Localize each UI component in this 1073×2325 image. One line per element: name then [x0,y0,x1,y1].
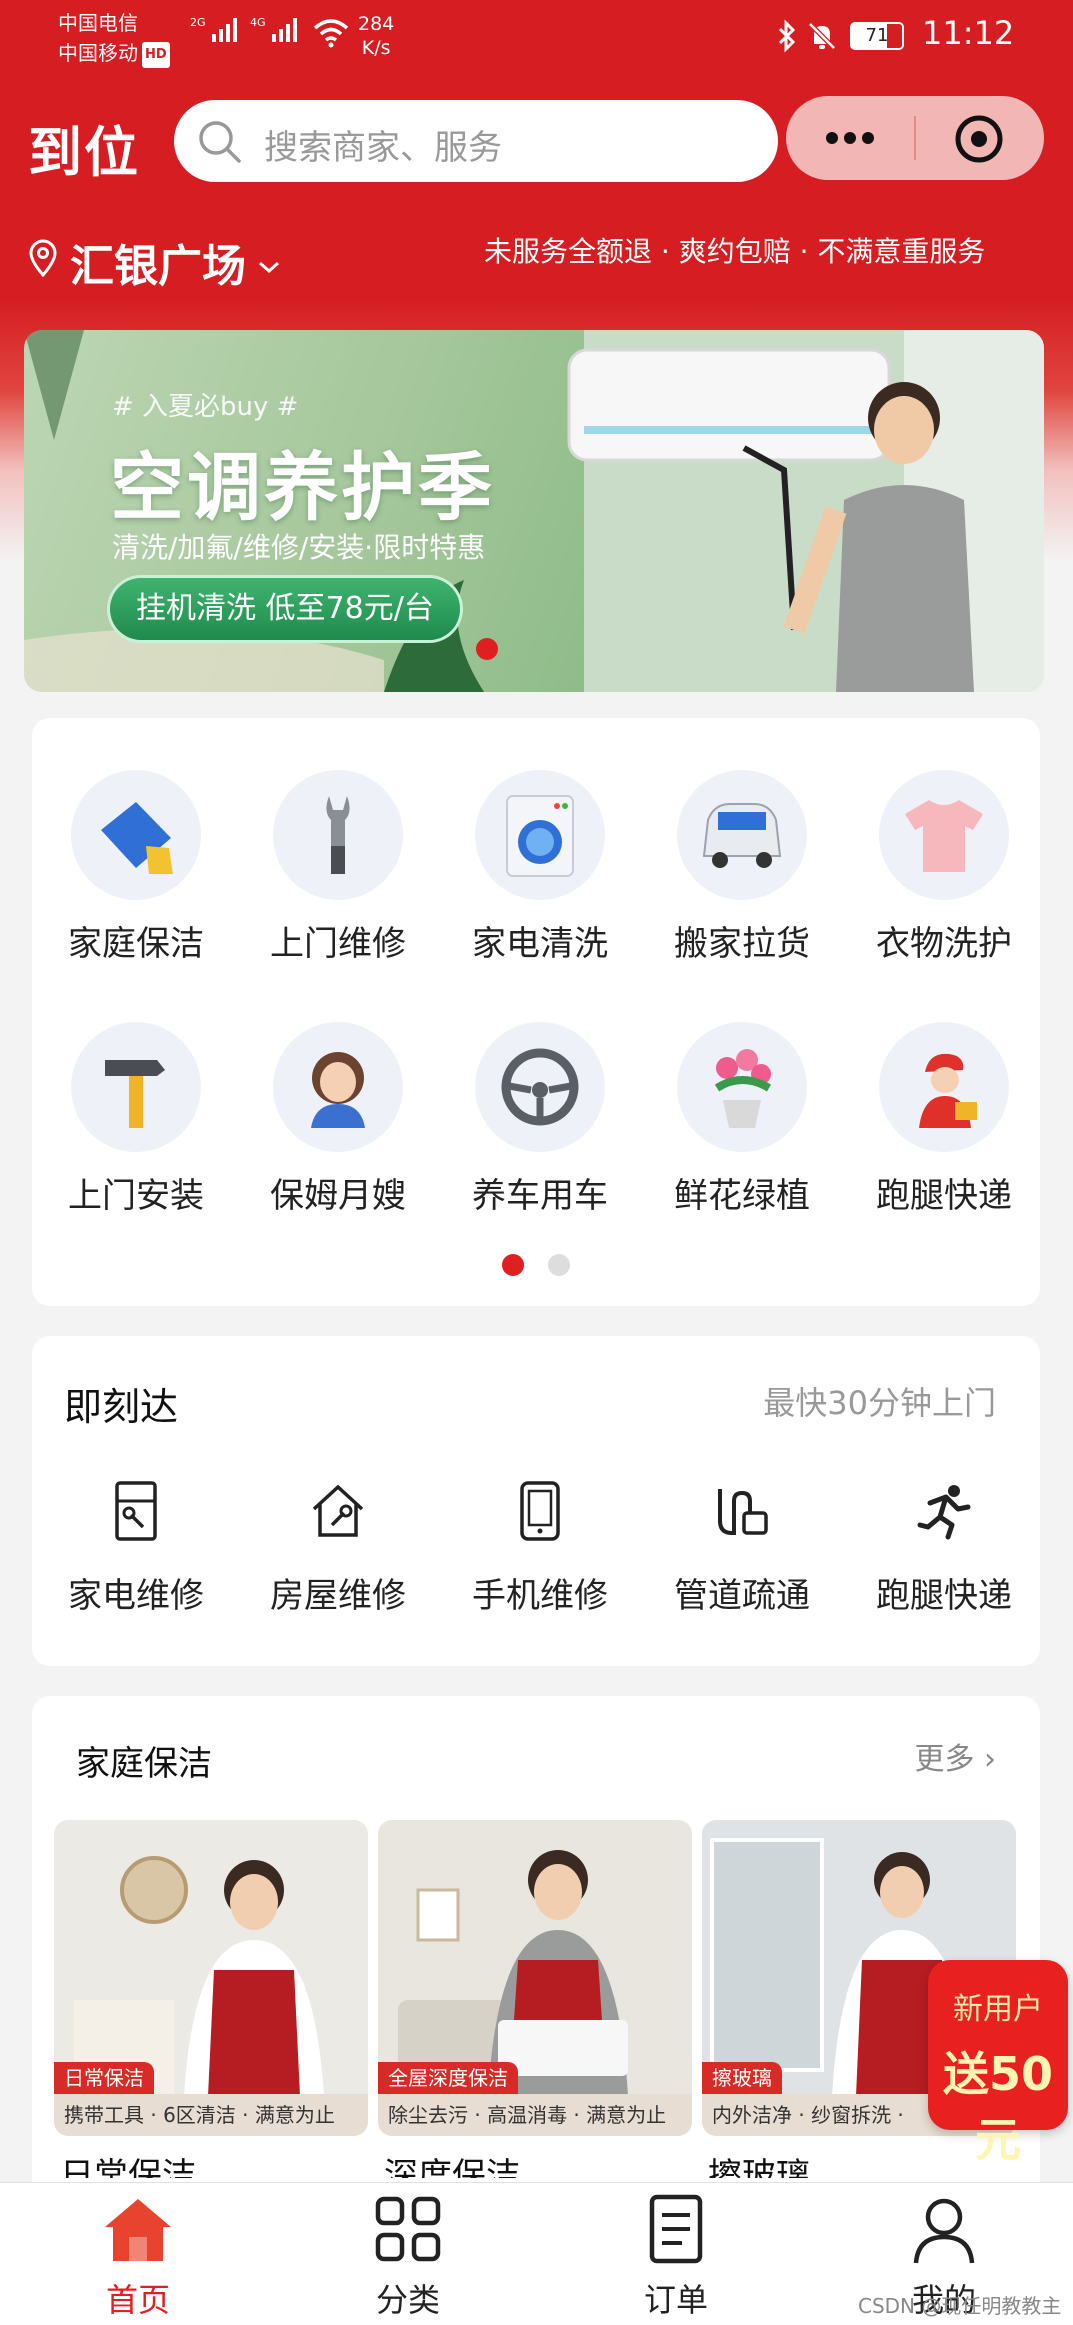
signal-icon-1: 2G [190,16,240,48]
banner-subtitle: 清洗/加氟/维修/安装·限时特惠 [112,531,486,564]
promo-banner[interactable]: # 入夏必buy # 空调养护季 清洗/加氟/维修/安装·限时特惠 挂机清洗 低… [24,330,1044,692]
service-name: 深度保洁 [384,2156,520,2178]
capsule-divider [914,116,916,160]
courier-icon [879,1022,1009,1152]
category-laundry[interactable]: 衣物洗护 [864,770,1024,965]
mute-bell-icon [806,20,838,56]
mini-program-capsule [786,96,1044,180]
home-icon [99,2199,177,2269]
wrench-icon [273,770,403,900]
service-name: 擦玻璃 [708,2156,810,2178]
van-icon [677,770,807,900]
category-car-service[interactable]: 养车用车 [460,1022,620,1217]
category-grid: 家庭保洁 上门维修 家电清洗 搬家拉货 衣物洗护 上门安装 保姆月嫂 养车用车 … [32,718,1040,1306]
signal-icon-2: 4G [250,16,300,48]
pager-dot-active[interactable] [502,1254,524,1276]
new-user-coupon[interactable]: 新用户 送50元 [928,1960,1068,2167]
instant-phone-repair[interactable]: 手机维修 [460,1476,620,1617]
cleaning-section: 家庭保洁 更多 › 日常保洁 携带工具 · 6区清洁 · 满意为止 全屋深度保洁… [32,1696,1040,2196]
battery-indicator: 71 [850,22,904,50]
watermark: CSDN @现任明教教主~ [858,2294,1062,2325]
pager-dot[interactable] [548,1254,570,1276]
banner-title: 空调养护季 [110,445,495,531]
app-logo: 到位 [28,121,140,184]
search-icon [196,118,244,170]
pipe-icon [662,1476,822,1546]
bluetooth-icon [776,19,798,56]
service-desc: 携带工具 · 6区清洁 · 满意为止 [54,2094,368,2136]
search-input[interactable]: 搜索商家、服务 [174,100,778,182]
more-link[interactable]: 更多 › [914,1734,996,1778]
service-card-deep[interactable]: 全屋深度保洁 除尘去污 · 高温消毒 · 满意为止 [378,1820,692,2136]
more-dots-icon[interactable] [822,122,878,158]
service-chip: 全屋深度保洁 [378,2062,518,2094]
chevron-right-icon: › [974,1742,996,1777]
instant-title: 即刻达 [64,1385,179,1429]
category-nanny[interactable]: 保姆月嫂 [258,1022,418,1217]
cleaning-cloth-icon [71,770,201,900]
service-chip: 擦玻璃 [702,2062,782,2094]
instant-service-card: 即刻达 最快30分钟上门 家电维修 房屋维修 手机维修 管道疏通 跑腿快递 [32,1336,1040,1666]
wifi-icon [312,18,350,52]
washing-machine-icon [475,770,605,900]
clock: 11:12 [922,14,1015,52]
appliance-repair-icon [56,1476,216,1546]
tshirt-icon [879,770,1009,900]
service-name: 日常保洁 [60,2156,196,2178]
tab-home[interactable]: 首页 [78,2193,198,2321]
carrier-2: 中国移动 HD [58,40,170,68]
network-speed: 284 K/s [358,13,395,59]
instant-subtitle: 最快30分钟上门 [763,1384,996,1422]
instant-house-repair[interactable]: 房屋维修 [258,1476,418,1617]
service-card-daily[interactable]: 日常保洁 携带工具 · 6区清洁 · 满意为止 [54,1820,368,2136]
instant-courier[interactable]: 跑腿快递 [864,1476,1024,1617]
category-moving[interactable]: 搬家拉货 [662,770,822,965]
order-icon [646,2194,706,2269]
category-flowers[interactable]: 鲜花绿植 [662,1022,822,1217]
service-photo [54,1820,368,2096]
location-selector[interactable]: 汇银广场 [28,230,282,294]
chevron-down-icon [256,237,282,288]
service-chip: 日常保洁 [54,2062,154,2094]
hammer-icon [71,1022,201,1152]
user-icon [908,2198,980,2269]
banner-tag: # 入夏必buy # [112,392,299,422]
status-bar: 中国电信 中国移动 HD 2G 4G 284 K/s 71 11:12 [0,0,1073,90]
category-home-repair[interactable]: 上门维修 [258,770,418,965]
grid-icon [372,2196,444,2269]
service-promise: 未服务全额退 · 爽约包赔 · 不满意重服务 [484,235,986,268]
category-home-cleaning[interactable]: 家庭保洁 [56,770,216,965]
banner-cta-button[interactable]: 挂机清洗 低至78元/台 [110,578,460,640]
tab-orders[interactable]: 订单 [616,2193,736,2321]
location-pin-icon [28,237,58,288]
steering-wheel-icon [475,1022,605,1152]
location-name: 汇银广场 [70,241,246,292]
tab-category[interactable]: 分类 [348,2193,468,2321]
instant-pipe-unclog[interactable]: 管道疏通 [662,1476,822,1617]
banner-indicator-dot [476,638,498,660]
category-installation[interactable]: 上门安装 [56,1022,216,1217]
service-desc: 除尘去污 · 高温消毒 · 满意为止 [378,2094,692,2136]
nanny-icon [273,1022,403,1152]
section-title: 家庭保洁 [76,1744,212,1784]
flower-pot-icon [677,1022,807,1152]
running-man-icon [864,1476,1024,1546]
search-placeholder: 搜索商家、服务 [264,128,502,168]
category-appliance-cleaning[interactable]: 家电清洗 [460,770,620,965]
instant-appliance-repair[interactable]: 家电维修 [56,1476,216,1617]
category-courier[interactable]: 跑腿快递 [864,1022,1024,1217]
service-photo [378,1820,692,2096]
house-repair-icon [258,1476,418,1546]
close-target-icon[interactable] [954,114,1004,168]
carrier-1: 中国电信 [58,11,138,35]
phone-icon [460,1476,620,1546]
